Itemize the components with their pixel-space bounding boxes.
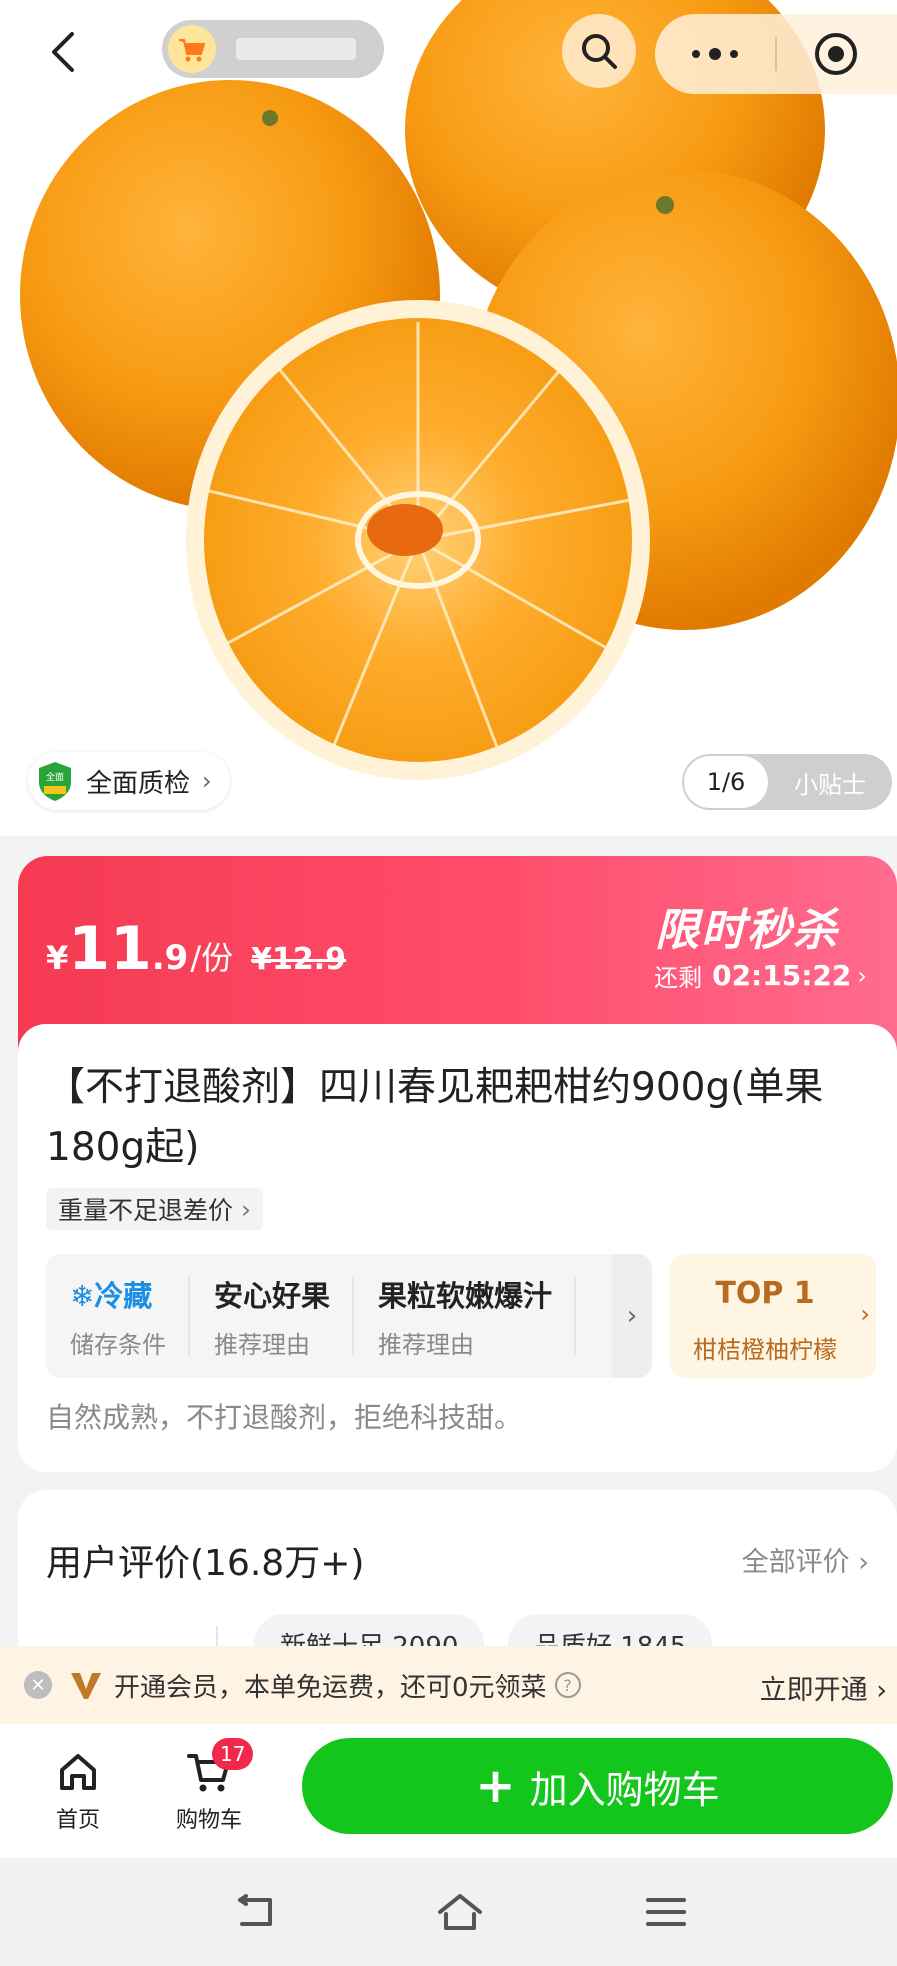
ranking-badge[interactable]: TOP 1 柑桔橙柚柠檬 › (670, 1254, 876, 1378)
product-photo (20, 0, 897, 780)
close-mini-program-button[interactable] (777, 31, 895, 77)
plus-icon: + (475, 1758, 516, 1814)
remaining-label: 还剩 (654, 964, 703, 992)
open-membership-link[interactable]: 立即开通 › (760, 1668, 887, 1707)
weight-guarantee-label: 重量不足退差价 (58, 1196, 234, 1225)
system-menu-button[interactable] (640, 1890, 692, 1934)
product-info-card: 【不打退酸剂】四川春见耙耙柑约900g(单果180g起) 重量不足退差价 › ❄… (18, 1024, 897, 1472)
system-navigation-bar (0, 1858, 897, 1966)
attribute-reason: 果粒软嫩爆汁 推荐理由 (354, 1276, 577, 1359)
chevron-right-icon: › (858, 1547, 869, 1578)
attribute-storage: ❄冷藏 储存条件 (46, 1276, 190, 1359)
shop-name (236, 38, 356, 60)
attribute-main: ❄冷藏 (70, 1278, 153, 1313)
shop-entry[interactable] (162, 20, 384, 78)
tips-button[interactable]: 小贴士 (768, 765, 892, 800)
back-button[interactable] (38, 22, 88, 82)
chevron-right-icon: › (860, 1300, 870, 1328)
currency-symbol: ¥ (46, 939, 69, 977)
product-image-gallery[interactable]: 全面 全面质检 › 1/6 小贴士 (0, 0, 897, 836)
chevron-right-icon: › (857, 961, 867, 990)
attribute-sub: 储存条件 (70, 1330, 166, 1359)
quality-check-badge[interactable]: 全面 全面质检 › (28, 752, 230, 810)
system-home-icon (438, 1894, 482, 1930)
quality-check-label: 全面质检 (86, 768, 191, 799)
system-home-button[interactable] (434, 1890, 486, 1934)
quality-shield-icon: 全面 (39, 762, 71, 801)
cart-count-badge: 17 (212, 1738, 254, 1770)
member-logo-icon (71, 1673, 101, 1699)
flash-sale-title: 限时秒杀 (655, 905, 839, 956)
flash-sale-countdown: 还剩 02:15:22 › (654, 958, 867, 993)
tab-home-label: 首页 (55, 1808, 100, 1833)
mini-program-capsule (655, 14, 897, 94)
sale-price: ¥ 11 .9 /份 ¥12.9 (46, 914, 346, 984)
original-price: ¥12.9 (251, 942, 347, 977)
attribute-main: 安心好果 (214, 1278, 331, 1313)
chevron-right-icon: › (241, 1194, 252, 1224)
system-back-icon (238, 1894, 272, 1926)
chevron-right-icon: › (202, 767, 212, 795)
bottom-action-bar: 首页 17 购物车 + 加入购物车 (0, 1724, 897, 1858)
attribute-reason: 安心好果 推荐理由 (190, 1276, 355, 1359)
close-icon[interactable]: ✕ (24, 1671, 52, 1699)
gallery-pager: 1/6 小贴士 (682, 754, 892, 810)
membership-promo-bar: ✕ 开通会员，本单免运费，还可0元领菜 ? 立即开通 › (0, 1646, 897, 1724)
target-close-icon (815, 33, 857, 75)
system-menu-icon (646, 1898, 686, 1926)
attribute-main: 果粒软嫩爆汁 (378, 1278, 553, 1313)
product-description: 自然成熟，不打退酸剂，拒绝科技甜。 (46, 1401, 523, 1434)
ranking-top: TOP 1 (715, 1276, 815, 1311)
system-back-button[interactable] (230, 1890, 282, 1934)
top-navigation-bar (0, 0, 897, 110)
reviews-title: 用户评价(16.8万+) (46, 1543, 365, 1584)
svg-text:全面: 全面 (46, 771, 64, 783)
all-reviews-label: 全部评价 (741, 1547, 850, 1578)
open-membership-label: 立即开通 (759, 1675, 868, 1706)
tab-cart[interactable]: 17 购物车 (160, 1738, 258, 1834)
countdown-time: 02:15:22 (712, 959, 852, 992)
weight-guarantee-tag[interactable]: 重量不足退差价 › (46, 1188, 264, 1230)
gallery-index: 1/6 (684, 756, 768, 808)
add-to-cart-button[interactable]: + 加入购物车 (302, 1738, 893, 1834)
chevron-right-icon: › (876, 1675, 887, 1706)
attribute-sub: 推荐理由 (214, 1330, 310, 1359)
product-detail-page: 全面 全面质检 › 1/6 小贴士 ¥ 11 .9 /份 ¥12.9 限时秒杀 … (0, 0, 897, 1966)
price-decimal: .9 (151, 938, 189, 978)
price-unit: /份 (190, 939, 234, 977)
more-button[interactable] (655, 47, 775, 61)
ranking-category: 柑桔橙柚柠檬 (693, 1336, 837, 1364)
add-to-cart-label: 加入购物车 (529, 1767, 720, 1812)
home-icon (60, 1754, 96, 1790)
tab-home[interactable]: 首页 (42, 1750, 114, 1834)
search-icon (582, 34, 617, 69)
chevron-left-icon (52, 32, 74, 72)
chevron-right-icon: › (612, 1254, 652, 1378)
cart-logo-icon (168, 25, 216, 73)
help-icon[interactable]: ? (554, 1672, 581, 1698)
search-button[interactable] (562, 14, 636, 88)
product-title: 【不打退酸剂】四川春见耙耙柑约900g(单果180g起) (46, 1065, 824, 1170)
more-dots-icon (692, 48, 738, 60)
attribute-sub: 推荐理由 (378, 1330, 475, 1359)
price-integer: 11 (68, 914, 152, 984)
product-attributes[interactable]: ❄冷藏 储存条件 安心好果 推荐理由 果粒软嫩爆汁 推荐理由 › (46, 1254, 652, 1378)
membership-promo-text: 开通会员，本单免运费，还可0元领菜 (114, 1672, 547, 1703)
all-reviews-link[interactable]: 全部评价 › (742, 1540, 869, 1579)
tab-cart-label: 购物车 (175, 1808, 242, 1833)
